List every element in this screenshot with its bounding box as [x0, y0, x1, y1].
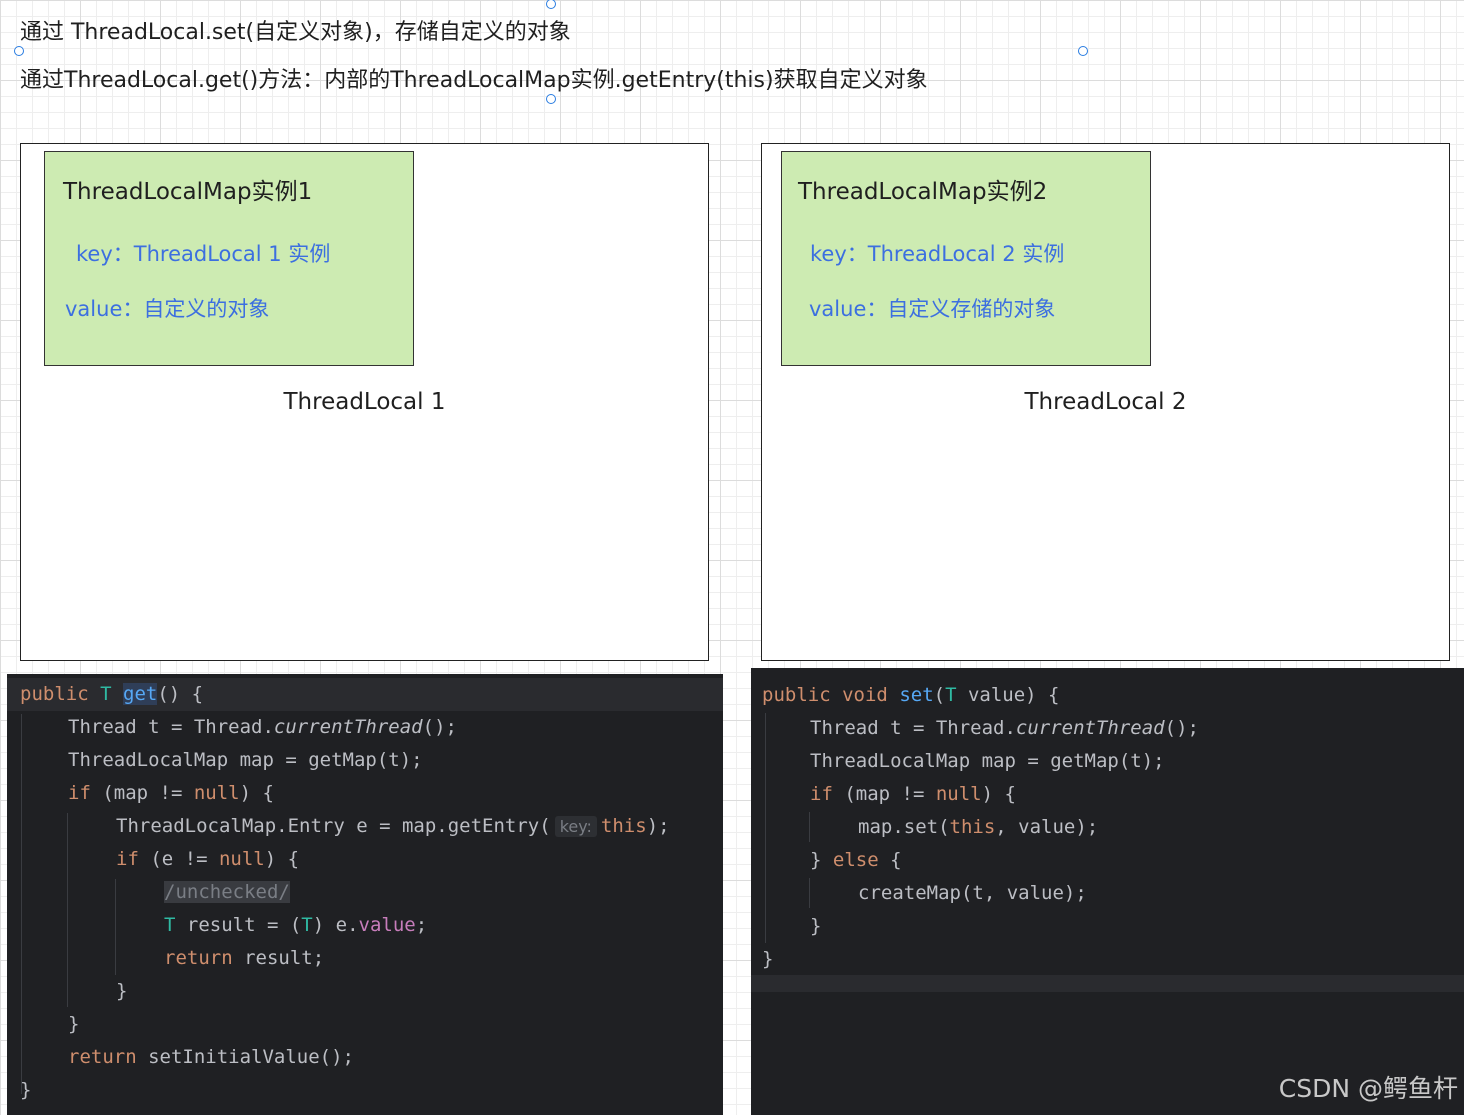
code-line-5: map.set(this, value); — [858, 811, 1098, 844]
keyword: return — [164, 947, 233, 969]
comment: /unchecked/ — [164, 881, 290, 903]
code-line-3: ThreadLocalMap map = getMap(t); — [68, 749, 423, 771]
selection-handle-right[interactable] — [1078, 46, 1088, 56]
code-line-10: } — [116, 980, 128, 1002]
code-text: (map != — [90, 782, 194, 804]
code-line-1: public void set(T value) { — [762, 679, 1060, 712]
code-text: result; — [232, 947, 325, 969]
code-text: ); — [646, 815, 670, 837]
type-param: T — [100, 683, 112, 705]
code-line-11: } — [68, 1013, 80, 1035]
indent-guide — [809, 812, 810, 842]
type-param: T — [301, 914, 313, 936]
threadlocal-1-label: ThreadLocal 1 — [283, 389, 446, 415]
code-text: value) { — [956, 684, 1060, 706]
code-line-2: Thread t = Thread.currentThread(); — [68, 711, 457, 744]
indent-guide — [21, 714, 22, 1094]
keyword: null — [193, 782, 240, 804]
selection-handle-left[interactable] — [14, 46, 24, 56]
threadlocalmap-2-value: value：自定义存储的对象 — [809, 297, 1056, 321]
code-text: } — [810, 849, 833, 871]
keyword: null — [935, 783, 982, 805]
keyword: null — [218, 848, 265, 870]
code-panel-get[interactable]: public T get() { Thread t = Thread.curre… — [7, 674, 723, 1115]
method-name: get — [123, 683, 158, 705]
static-call: currentThread — [1015, 717, 1165, 739]
type-param: T — [945, 684, 957, 706]
code-text: (map != — [832, 783, 936, 805]
code-line-5: ThreadLocalMap.Entry e = map.getEntry(ke… — [116, 810, 670, 843]
code-text: ThreadLocalMap.Entry e = map.getEntry( — [116, 815, 551, 837]
keyword: public — [762, 684, 831, 706]
code-line-7: createMap(t, value); — [858, 882, 1087, 904]
code-text: ) { — [981, 783, 1016, 805]
code-line-2: Thread t = Thread.currentThread(); — [810, 712, 1199, 745]
threadlocal-1-box[interactable]: ThreadLocalMap实例1 key：ThreadLocal 1 实例 v… — [20, 143, 709, 661]
code-line-9: return result; — [164, 942, 324, 975]
code-line-6: if (e != null) { — [116, 843, 299, 876]
threadlocalmap-1-title: ThreadLocalMap实例1 — [63, 179, 313, 205]
keyword: this — [949, 816, 996, 838]
code-text: ) e. — [312, 914, 359, 936]
indent-guide — [809, 878, 810, 908]
code-line-1: public T get() { — [20, 678, 203, 711]
threadlocalmap-2-box[interactable]: ThreadLocalMap实例2 key：ThreadLocal 2 实例 v… — [781, 151, 1151, 366]
indent-guide — [115, 879, 116, 975]
parameter-hint: key: — [554, 816, 597, 837]
keyword: void — [842, 684, 888, 706]
code-panel-set[interactable]: public void set(T value) { Thread t = Th… — [751, 668, 1464, 1115]
field: value — [358, 914, 416, 936]
threadlocal-2-label: ThreadLocal 2 — [1024, 389, 1187, 415]
code-text: setInitialValue(); — [136, 1046, 354, 1068]
code-line-3: ThreadLocalMap map = getMap(t); — [810, 750, 1165, 772]
keyword: if — [810, 783, 833, 805]
code-line-4: if (map != null) { — [810, 778, 1016, 811]
keyword: if — [116, 848, 139, 870]
code-text: ( — [933, 684, 946, 706]
code-text: (); — [422, 716, 457, 738]
code-text: { — [878, 849, 902, 871]
threadlocalmap-2-key: key：ThreadLocal 2 实例 — [810, 242, 1065, 266]
threadlocalmap-1-key: key：ThreadLocal 1 实例 — [76, 242, 331, 266]
keyword: public — [20, 683, 89, 705]
code-text: Thread t = Thread. — [810, 717, 1016, 739]
static-call: currentThread — [273, 716, 423, 738]
code-line-4: if (map != null) { — [68, 777, 274, 810]
note-get-description: 通过ThreadLocal.get()方法：内部的ThreadLocalMap实… — [20, 68, 928, 93]
method-name: set — [899, 684, 934, 706]
code-text: ; — [415, 914, 428, 936]
selection-handle-top[interactable] — [546, 0, 556, 9]
code-text: () { — [157, 683, 204, 705]
code-text: ) { — [239, 782, 274, 804]
code-line-8: T result = (T) e.value; — [164, 909, 427, 942]
watermark: CSDN @鳄鱼杆 — [1278, 1074, 1458, 1103]
keyword: return — [68, 1046, 137, 1068]
threadlocalmap-1-value: value：自定义的对象 — [65, 297, 270, 321]
code-line-6: } else { — [810, 844, 902, 877]
code-line-9: } — [762, 948, 774, 970]
code-text: , value); — [995, 816, 1099, 838]
indent-guide — [67, 813, 68, 1007]
code-text: (); — [1164, 717, 1199, 739]
code-line-13: } — [20, 1079, 32, 1101]
code-text: ) { — [264, 848, 300, 870]
threadlocalmap-2-title: ThreadLocalMap实例2 — [798, 179, 1048, 205]
indent-guide — [765, 713, 766, 943]
selection-handle-bottom[interactable] — [546, 94, 556, 104]
keyword: this — [600, 815, 647, 837]
code-line-7: /unchecked/ — [164, 876, 290, 909]
type-param: T — [164, 914, 176, 936]
keyword: else — [832, 849, 879, 871]
note-set-description: 通过 ThreadLocal.set(自定义对象)，存储自定义的对象 — [20, 20, 571, 45]
code-line-8: } — [810, 915, 822, 937]
threadlocal-2-box[interactable]: ThreadLocalMap实例2 key：ThreadLocal 2 实例 v… — [761, 143, 1450, 661]
code-text: Thread t = Thread. — [68, 716, 274, 738]
keyword: if — [68, 782, 91, 804]
code-text: (e != — [138, 848, 219, 870]
code-text: result = ( — [175, 914, 302, 936]
threadlocalmap-1-box[interactable]: ThreadLocalMap实例1 key：ThreadLocal 1 实例 v… — [44, 151, 414, 366]
code-text: map.set( — [858, 816, 950, 838]
current-line-highlight — [751, 975, 1464, 992]
code-line-12: return setInitialValue(); — [68, 1041, 354, 1074]
